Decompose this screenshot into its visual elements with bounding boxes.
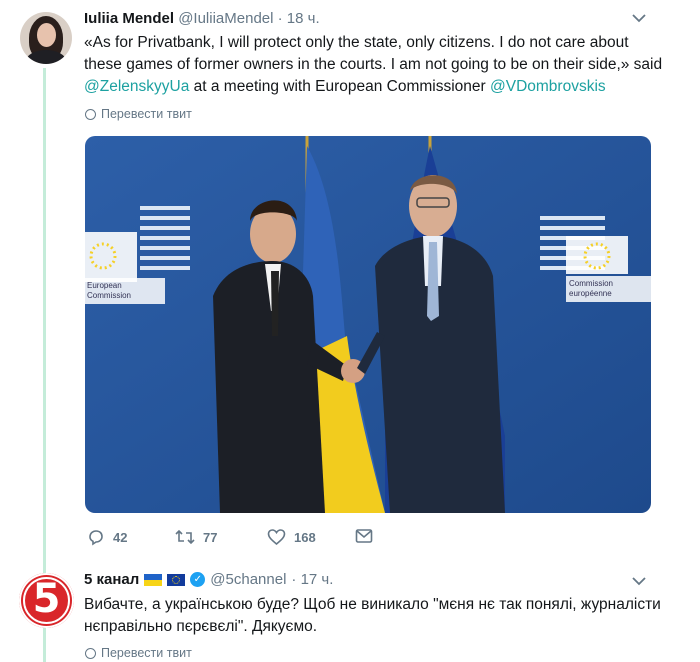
- chevron-down-icon[interactable]: [632, 10, 646, 28]
- author-handle[interactable]: @5channel: [210, 571, 286, 588]
- tweet-timestamp[interactable]: · 17 ч.: [291, 571, 333, 588]
- avatar[interactable]: [20, 12, 72, 64]
- tweet-photo[interactable]: European Commission Commission européenn…: [85, 136, 651, 513]
- sign-text: European: [87, 281, 122, 290]
- retweet-count: 77: [203, 529, 218, 545]
- eu-flag-icon: [167, 573, 186, 586]
- tweet-timestamp[interactable]: · 18 ч.: [278, 10, 320, 27]
- verified-badge-icon: ✓: [190, 572, 206, 587]
- tweet-actions: 42 77 168: [85, 528, 415, 550]
- ukraine-flag-icon: [144, 573, 163, 586]
- like-button[interactable]: 168: [267, 528, 316, 546]
- tweet-header: Iuliia Mendel @IuliiaMendel · 18 ч.: [84, 10, 320, 27]
- translate-tweet-link[interactable]: Перевести твит: [85, 107, 192, 121]
- avatar[interactable]: 5: [19, 573, 74, 628]
- sign-text: Commission: [87, 291, 131, 300]
- author-name[interactable]: 5 канал: [84, 571, 139, 588]
- author-name[interactable]: Iuliia Mendel: [84, 10, 174, 27]
- sign-text: Commission: [569, 279, 613, 288]
- like-count: 168: [294, 529, 316, 545]
- globe-icon: [85, 108, 96, 120]
- tweet-header: 5 канал ✓ @5channel · 17 ч.: [84, 571, 333, 588]
- reply-count: 42: [113, 529, 128, 545]
- translate-label: Перевести твит: [101, 107, 192, 121]
- tweet-text: Вибачте, а українською буде? Щоб не вини…: [84, 596, 661, 635]
- reply-icon: [89, 530, 103, 546]
- retweet-icon: [175, 529, 195, 545]
- sign-text: européenne: [569, 289, 612, 298]
- mention-link[interactable]: @VDombrovskis: [490, 78, 606, 95]
- chevron-down-icon[interactable]: [632, 573, 646, 591]
- author-handle[interactable]: @IuliiaMendel: [178, 10, 273, 27]
- avatar-logo-digit: 5: [32, 576, 61, 622]
- heart-icon: [267, 529, 286, 546]
- tweet-text: «As for Privatbank, I will protect only …: [84, 34, 663, 95]
- mention-link[interactable]: @ZelenskyyUa: [84, 78, 189, 95]
- thread-line: [43, 68, 46, 573]
- globe-icon: [85, 647, 96, 659]
- retweet-button[interactable]: 77: [175, 528, 217, 546]
- message-button[interactable]: [355, 528, 373, 544]
- translate-label: Перевести твит: [101, 646, 192, 660]
- envelope-icon: [355, 529, 373, 543]
- reply-button[interactable]: 42: [87, 528, 127, 546]
- thread-line-continued: [43, 624, 46, 662]
- translate-tweet-link[interactable]: Перевести твит: [85, 646, 192, 660]
